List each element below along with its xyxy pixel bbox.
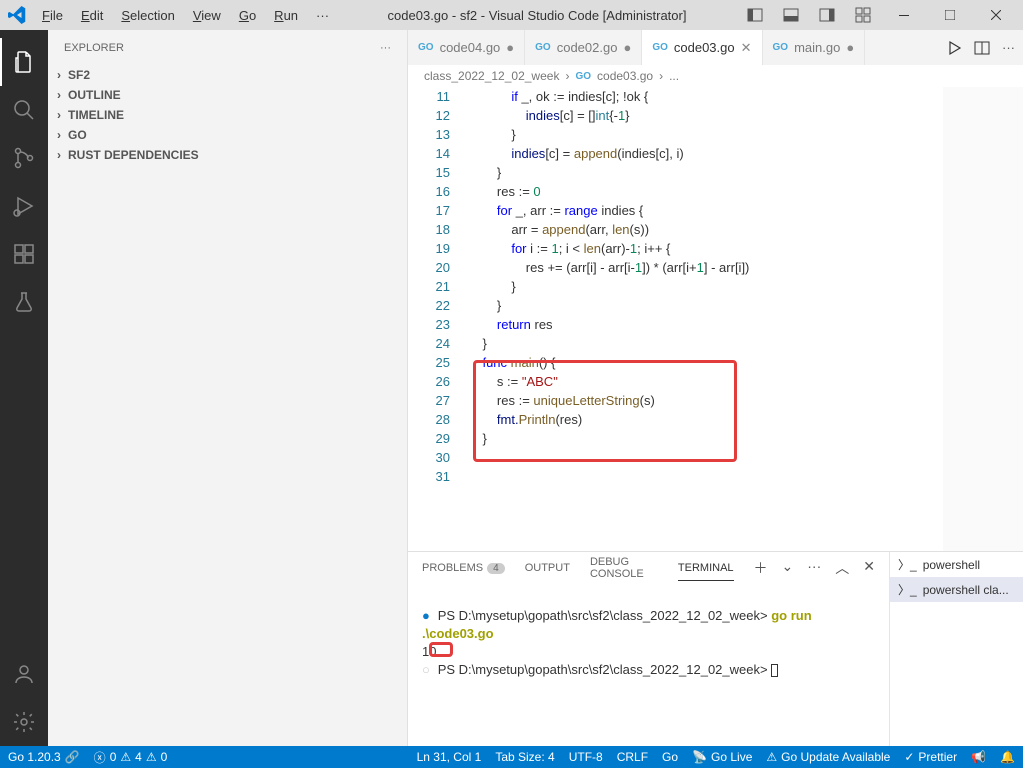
code-editor[interactable]: if _, ok := indies[c]; !ok { indies[c] =… <box>468 87 943 551</box>
panel-tab-terminal[interactable]: TERMINAL <box>678 556 734 581</box>
editor-tab[interactable]: GOcode04.go● <box>408 30 525 65</box>
panel-tab-debug[interactable]: DEBUG CONSOLE <box>590 550 658 586</box>
terminal-icon: 〉_ <box>898 581 917 598</box>
activity-account-icon[interactable] <box>0 650 48 698</box>
menu-selection[interactable]: Selection <box>113 4 182 27</box>
explorer-section[interactable]: ›SF2 <box>48 65 407 85</box>
window-minimize-button[interactable] <box>881 0 927 30</box>
status-problems[interactable]: ⓧ 0 ⚠ 4 ⚠ 0 <box>94 749 168 766</box>
panel-maximize-icon[interactable]: ︿ <box>835 558 849 578</box>
sidebar-explorer: EXPLORER ··· ›SF2›OUTLINE›TIMELINE›GO›RU… <box>48 30 408 746</box>
editor-tab[interactable]: GOcode02.go● <box>525 30 642 65</box>
menu-run[interactable]: Run <box>266 4 306 27</box>
explorer-more-icon[interactable]: ··· <box>380 42 391 54</box>
menu-go[interactable]: Go <box>231 4 264 27</box>
explorer-section[interactable]: ›OUTLINE <box>48 85 407 105</box>
layout-toggle-2-icon[interactable] <box>773 1 809 29</box>
explorer-title: EXPLORER <box>64 42 124 54</box>
layout-toggle-3-icon[interactable] <box>809 1 845 29</box>
go-file-icon: GO <box>535 42 551 53</box>
window-maximize-button[interactable] <box>927 0 973 30</box>
activity-extensions-icon[interactable] <box>0 230 48 278</box>
explorer-section[interactable]: ›RUST DEPENDENCIES <box>48 145 407 165</box>
menu-more[interactable]: ··· <box>308 4 337 27</box>
breadcrumb-file[interactable]: code03.go <box>597 69 653 83</box>
close-icon[interactable]: ✕ <box>741 40 752 56</box>
terminal-icon: 〉_ <box>898 556 917 573</box>
status-bar: Go 1.20.3 🔗 ⓧ 0 ⚠ 4 ⚠ 0 Ln 31, Col 1 Tab… <box>0 746 1023 768</box>
menubar: File Edit Selection View Go Run ··· <box>34 4 337 27</box>
dirty-indicator-icon: ● <box>623 40 631 55</box>
status-go-version[interactable]: Go 1.20.3 🔗 <box>8 750 80 764</box>
menu-view[interactable]: View <box>185 4 229 27</box>
menu-edit[interactable]: Edit <box>73 4 111 27</box>
breadcrumb-symbol[interactable]: ... <box>669 69 679 83</box>
window-title: code03.go - sf2 - Visual Studio Code [Ad… <box>337 8 737 23</box>
editor-tabs: GOcode04.go●GOcode02.go●GOcode03.go✕GOma… <box>408 30 1023 65</box>
editor-tab[interactable]: GOmain.go● <box>763 30 866 65</box>
editor-area: GOcode04.go●GOcode02.go●GOcode03.go✕GOma… <box>408 30 1023 746</box>
dirty-indicator-icon: ● <box>846 40 854 55</box>
dirty-indicator-icon: ● <box>506 40 514 55</box>
split-editor-icon[interactable] <box>974 40 990 56</box>
terminal-list: 〉_powershell〉_powershell cla... <box>889 552 1023 746</box>
layout-toggle-1-icon[interactable] <box>737 1 773 29</box>
menu-file[interactable]: File <box>34 4 71 27</box>
status-lang[interactable]: Go <box>662 750 678 764</box>
panel-tab-problems[interactable]: PROBLEMS4 <box>422 556 505 580</box>
activity-explorer-icon[interactable] <box>0 38 48 86</box>
activity-bar <box>0 30 48 746</box>
line-number-gutter: 1112131415161718192021222324252627282930… <box>408 87 468 551</box>
activity-scm-icon[interactable] <box>0 134 48 182</box>
panel-tab-output[interactable]: OUTPUT <box>525 556 570 580</box>
activity-settings-icon[interactable] <box>0 698 48 746</box>
activity-debug-icon[interactable] <box>0 182 48 230</box>
breadcrumb[interactable]: class_2022_12_02_week › GO code03.go › .… <box>408 65 1023 87</box>
status-prettier[interactable]: ✓ Prettier <box>904 750 957 764</box>
layout-customize-icon[interactable] <box>845 1 881 29</box>
status-encoding[interactable]: UTF-8 <box>569 750 603 764</box>
minimap[interactable] <box>943 87 1023 551</box>
go-file-icon: GO <box>773 42 789 53</box>
explorer-section[interactable]: ›GO <box>48 125 407 145</box>
status-cursor[interactable]: Ln 31, Col 1 <box>417 750 482 764</box>
terminal-list-item[interactable]: 〉_powershell cla... <box>890 577 1023 602</box>
terminal-split-dropdown-icon[interactable]: ⌄ <box>782 558 794 578</box>
status-eol[interactable]: CRLF <box>617 750 648 764</box>
panel-close-icon[interactable]: ✕ <box>863 558 875 578</box>
go-file-icon: GO <box>575 71 591 82</box>
status-update[interactable]: ⚠ Go Update Available <box>766 750 890 764</box>
terminal-new-icon[interactable]: ＋ <box>754 558 768 578</box>
status-feedback-icon[interactable]: 📢 <box>971 750 986 764</box>
title-bar: File Edit Selection View Go Run ··· code… <box>0 0 1023 30</box>
status-bell-icon[interactable]: 🔔 <box>1000 750 1015 764</box>
editor-tab[interactable]: GOcode03.go✕ <box>642 30 762 65</box>
explorer-section[interactable]: ›TIMELINE <box>48 105 407 125</box>
status-golive[interactable]: 📡 Go Live <box>692 750 752 764</box>
terminal-list-item[interactable]: 〉_powershell <box>890 552 1023 577</box>
window-close-button[interactable] <box>973 0 1019 30</box>
editor-more-icon[interactable]: ··· <box>1002 40 1015 55</box>
vscode-logo-icon <box>8 6 26 24</box>
status-tabsize[interactable]: Tab Size: 4 <box>495 750 554 764</box>
run-icon[interactable] <box>946 40 962 56</box>
go-file-icon: GO <box>418 42 434 53</box>
activity-test-icon[interactable] <box>0 278 48 326</box>
breadcrumb-folder[interactable]: class_2022_12_02_week <box>424 69 559 83</box>
terminal-content[interactable]: ● PS D:\mysetup\gopath\src\sf2\class_202… <box>408 584 889 746</box>
go-file-icon: GO <box>652 42 668 53</box>
bottom-panel: PROBLEMS4 OUTPUT DEBUG CONSOLE TERMINAL … <box>408 551 1023 746</box>
terminal-more-icon[interactable]: ··· <box>807 558 821 578</box>
activity-search-icon[interactable] <box>0 86 48 134</box>
